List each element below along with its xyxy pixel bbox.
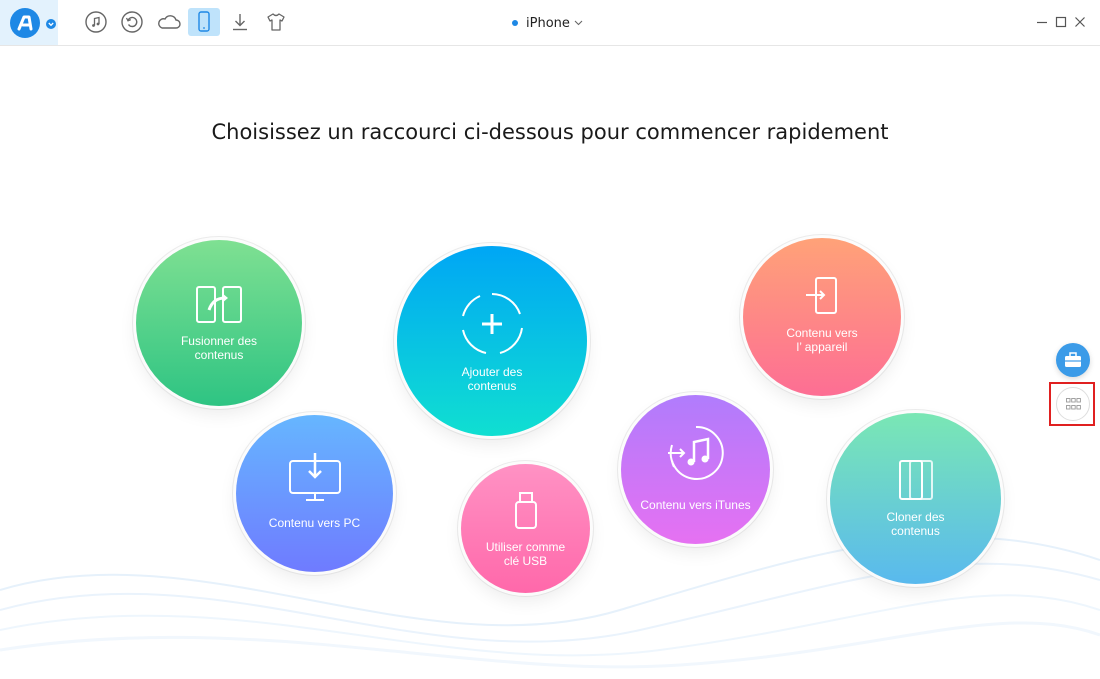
title-bar: iPhone: [0, 0, 1100, 46]
cloud-icon[interactable]: [156, 10, 182, 34]
merge-icon: [196, 286, 242, 323]
to-device-icon: [806, 277, 837, 314]
toolbox-icon: [1065, 352, 1081, 367]
shortcut-label: l’ appareil: [796, 340, 848, 354]
shortcut-label: Ajouter des: [461, 365, 523, 379]
phone-icon[interactable]: [188, 8, 220, 36]
shortcut-label: contenus: [467, 379, 517, 393]
shortcut-add[interactable]: Ajouter des contenus: [397, 246, 587, 436]
shortcut-merge[interactable]: Fusionner des contenus: [136, 240, 302, 406]
shortcut-label: clé USB: [503, 554, 548, 568]
chevron-down-icon: [574, 20, 583, 26]
clone-icon: [898, 460, 933, 500]
shortcut-clone[interactable]: Cloner des contenus: [830, 413, 1001, 584]
shortcut-to-pc[interactable]: Contenu vers PC: [236, 415, 393, 572]
music-icon[interactable]: [84, 10, 108, 34]
shortcut-label: Cloner des: [886, 510, 945, 524]
add-icon: [462, 293, 523, 354]
app-logo-icon: [10, 8, 40, 38]
device-name: iPhone: [526, 15, 570, 31]
shortcut-label: Fusionner des: [180, 334, 258, 348]
chevron-down-icon: [46, 19, 56, 29]
to-pc-icon: [288, 453, 341, 501]
device-status-dot: [512, 20, 518, 26]
shortcut-label: contenus: [891, 524, 940, 538]
apps-grid-icon: [1066, 398, 1081, 410]
device-selector[interactable]: iPhone: [512, 14, 583, 32]
minimize-icon[interactable]: [1036, 16, 1048, 28]
page-headline: Choisissez un raccourci ci-dessous pour …: [211, 120, 889, 144]
download-icon[interactable]: [228, 10, 252, 34]
close-icon[interactable]: [1074, 16, 1086, 28]
shortcut-label: Utiliser comme: [485, 540, 566, 554]
restore-icon[interactable]: [120, 10, 144, 34]
maximize-icon[interactable]: [1055, 16, 1067, 28]
app-logo[interactable]: [0, 0, 58, 45]
apps-grid-button[interactable]: [1056, 387, 1090, 421]
tshirt-icon[interactable]: [264, 10, 288, 34]
shortcut-label: Contenu vers: [786, 326, 858, 340]
toolbox-button[interactable]: [1056, 343, 1090, 377]
shortcut-to-itunes[interactable]: Contenu vers iTunes: [621, 395, 770, 544]
shortcut-label: Contenu vers PC: [268, 516, 361, 530]
shortcut-label: Contenu vers iTunes: [640, 498, 751, 512]
shortcut-usb[interactable]: Utiliser comme clé USB: [461, 464, 590, 593]
shortcut-to-device[interactable]: Contenu vers l’ appareil: [743, 238, 901, 396]
usb-icon: [514, 492, 537, 529]
shortcut-label: contenus: [194, 348, 244, 362]
itunes-icon: [667, 425, 724, 480]
